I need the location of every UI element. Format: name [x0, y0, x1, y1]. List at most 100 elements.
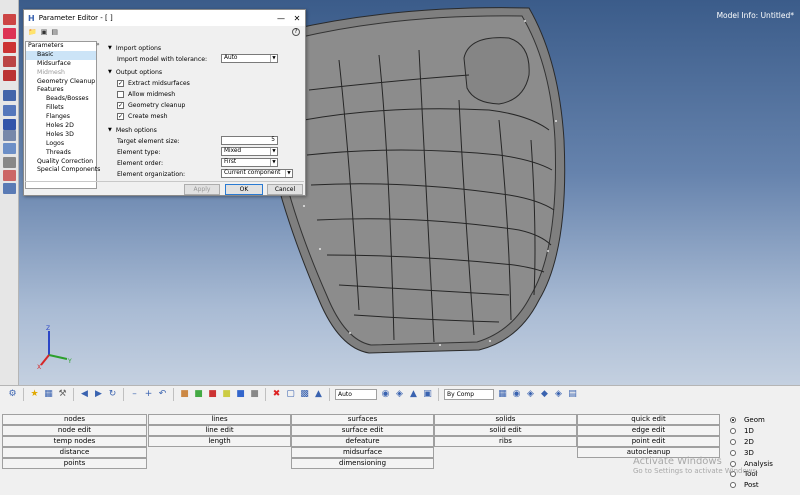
menu-button-point-edit[interactable]: point edit [577, 436, 720, 447]
component-color-icon[interactable]: ■ [179, 389, 190, 400]
menu-button-surfaces[interactable]: surfaces [291, 414, 434, 425]
checkbox-unchecked[interactable] [117, 90, 124, 98]
tree-item[interactable]: Special Components [26, 166, 100, 175]
target-size-input[interactable]: 5 [221, 136, 278, 145]
plot-icon[interactable] [3, 157, 16, 168]
radio-1d[interactable]: 1D [730, 426, 773, 437]
radio-geom[interactable]: Geom [730, 415, 773, 426]
menu-button-midsurface[interactable]: midsurface [291, 447, 434, 458]
measure-icon[interactable] [3, 143, 16, 154]
menu-button-dimensioning[interactable]: dimensioning [291, 458, 434, 469]
collapse-arrow-icon[interactable]: ▼ [108, 127, 112, 133]
checkbox-checked[interactable]: ✓ [117, 101, 124, 109]
radio-circle-icon[interactable] [730, 417, 736, 424]
menu-button-nodes[interactable]: nodes [2, 414, 147, 425]
arrow-right-icon[interactable]: ▶ [93, 389, 104, 400]
geometry-cleanup-checkbox[interactable]: ✓ Geometry cleanup [117, 100, 185, 110]
panel-toggle-icon[interactable] [3, 14, 16, 25]
tree-item[interactable]: Geometry Cleanup [26, 78, 96, 87]
menu-button-temp-nodes[interactable]: temp nodes [2, 436, 147, 447]
checkbox-checked[interactable]: ✓ [117, 112, 124, 120]
component-icon[interactable] [3, 42, 16, 53]
menu-button-defeature[interactable]: defeature [291, 436, 434, 447]
menu-button-lines[interactable]: lines [148, 414, 291, 425]
tree-item[interactable]: Holes 3D [26, 131, 96, 140]
menu-button-solid-edit[interactable]: solid edit [434, 425, 577, 436]
create-mesh-checkbox[interactable]: ✓ Create mesh [117, 111, 168, 121]
wireframe-icon[interactable]: ◈ [394, 389, 405, 400]
chevron-down-icon[interactable]: ▼ [285, 170, 292, 177]
tree-item[interactable]: Parameters [26, 42, 96, 51]
menu-button-quick-edit[interactable]: quick edit [577, 414, 720, 425]
allow-midmesh-checkbox[interactable]: Allow midmesh [117, 89, 175, 99]
grid-view-icon[interactable]: ▦ [43, 389, 54, 400]
material-color-icon[interactable]: ■ [207, 389, 218, 400]
output-options-header[interactable]: ▼ Output options [108, 67, 162, 77]
chevron-down-icon[interactable]: ▼ [270, 55, 277, 62]
star-icon[interactable]: ★ [29, 389, 40, 400]
element-wireframe-icon[interactable]: ◈ [525, 389, 536, 400]
radio-post[interactable]: Post [730, 480, 773, 491]
radio-2d[interactable]: 2D [730, 437, 773, 448]
system-icon[interactable]: ■ [249, 389, 260, 400]
zoom-in-icon[interactable]: + [143, 389, 154, 400]
document-icon[interactable]: ▤ [51, 28, 58, 36]
undo-icon[interactable]: ↶ [157, 389, 168, 400]
collapse-arrow-icon[interactable]: ▼ [108, 69, 112, 75]
tree-item[interactable]: Beads/Bosses [26, 95, 96, 104]
menu-button-length[interactable]: length [148, 436, 291, 447]
tree-item[interactable]: Logos [26, 140, 96, 149]
tree-item[interactable]: Features [26, 86, 96, 95]
monitor-icon[interactable]: ▤ [567, 389, 578, 400]
zoom-out-icon[interactable]: – [129, 389, 140, 400]
edges-icon[interactable]: ◆ [539, 389, 550, 400]
feature-lines-icon[interactable]: ▲ [408, 389, 419, 400]
property-color-icon[interactable]: ■ [221, 389, 232, 400]
mask-icon[interactable] [3, 56, 16, 67]
info-icon[interactable] [3, 119, 16, 130]
box-select-icon[interactable]: ▢ [285, 389, 296, 400]
import-options-header[interactable]: ▼ Import options [108, 43, 161, 53]
arrow-left-icon[interactable]: ◀ [79, 389, 90, 400]
tree-item[interactable]: Midsurface [26, 60, 96, 69]
collapse-arrow-icon[interactable]: ▼ [108, 45, 112, 51]
menu-button-node-edit[interactable]: node edit [2, 425, 147, 436]
model-browser-icon[interactable] [3, 28, 16, 39]
radio-circle-icon[interactable] [730, 438, 736, 445]
auto-combo[interactable]: Auto [335, 389, 377, 400]
shaded-icon[interactable]: ◉ [380, 389, 391, 400]
delete-icon[interactable]: ✖ [271, 389, 282, 400]
close-icon[interactable]: ✕ [289, 14, 305, 23]
element-order-select[interactable]: First ▼ [221, 158, 278, 167]
load-icon[interactable]: ■ [235, 389, 246, 400]
bar-icon[interactable] [3, 170, 16, 181]
element-type-select[interactable]: Mixed ▼ [221, 147, 278, 156]
display-icon[interactable] [3, 105, 16, 116]
tree-item[interactable]: Flanges [26, 113, 96, 122]
help-icon[interactable]: ? [292, 28, 300, 36]
mesh-options-header[interactable]: ▼ Mesh options [108, 125, 157, 135]
view-icon[interactable] [3, 90, 16, 101]
count-icon[interactable] [3, 130, 16, 141]
by-comp-combo[interactable]: By Comp [444, 389, 494, 400]
wrench-icon[interactable]: ⚒ [57, 389, 68, 400]
tolerance-select[interactable]: Auto ▼ [221, 54, 278, 63]
element-org-select[interactable]: Current component ▼ [221, 169, 293, 178]
extract-midsurfaces-checkbox[interactable]: ✓ Extract midsurfaces [117, 78, 190, 88]
tree-item[interactable]: Holes 2D [26, 122, 96, 131]
transform-icon[interactable]: ▲ [313, 389, 324, 400]
chevron-down-icon[interactable]: ▼ [270, 148, 277, 155]
menu-button-ribs[interactable]: ribs [434, 436, 577, 447]
grid-icon[interactable] [3, 183, 16, 194]
menu-button-distance[interactable]: distance [2, 447, 147, 458]
tree-item[interactable]: Quality Correction [26, 158, 96, 167]
parameter-tree[interactable]: Parameters Basic Midsurface Midmesh Geometry… [25, 41, 100, 189]
tree-item[interactable]: Threads [26, 149, 96, 158]
save-icon[interactable]: ▣ [41, 28, 48, 36]
material-icon[interactable] [3, 70, 16, 81]
menu-button-points[interactable]: points [2, 458, 147, 469]
menu-button-edge-edit[interactable]: edge edit [577, 425, 720, 436]
checkbox-checked[interactable]: ✓ [117, 79, 124, 87]
element-shaded-icon[interactable]: ◉ [511, 389, 522, 400]
apply-button[interactable]: Apply [184, 184, 220, 195]
